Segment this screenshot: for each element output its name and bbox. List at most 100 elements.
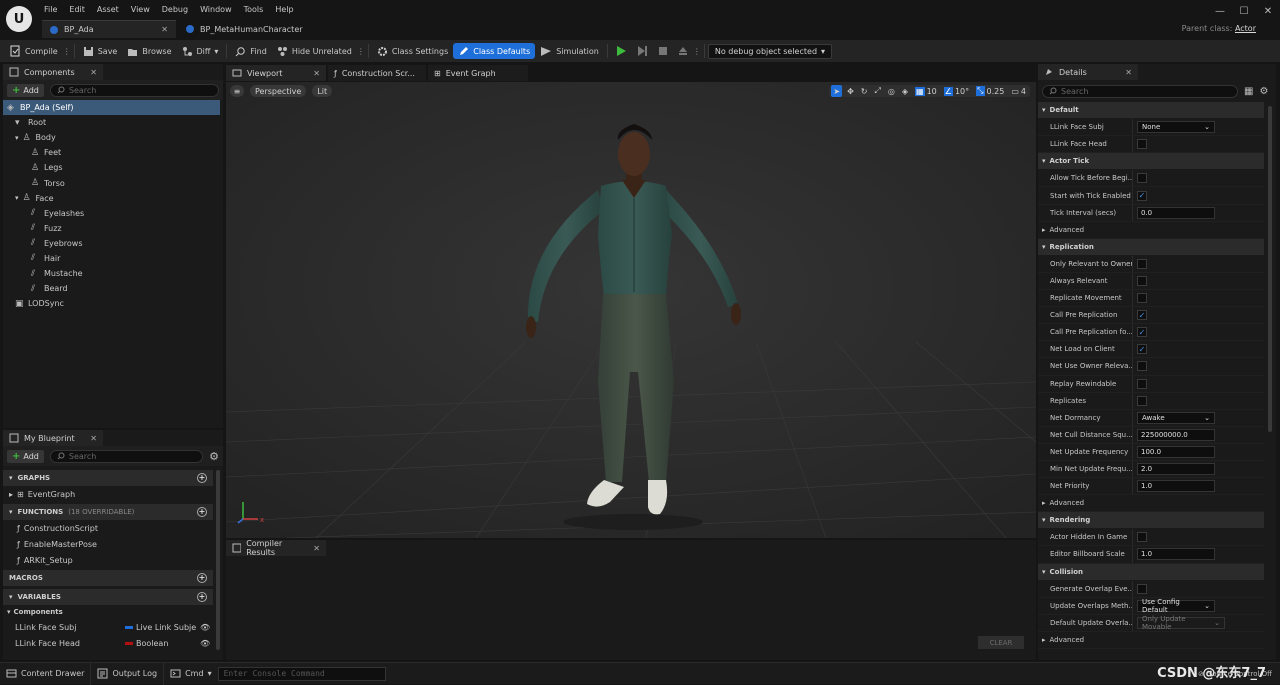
add-function-icon[interactable]: + [197, 507, 207, 517]
viewport[interactable]: x ≡ Perspective Lit ➤ ✥ ↻ ⤢ ◎ ◈ ▦ 10 ∠ 10°… [226, 82, 1036, 538]
macros-section[interactable]: MACROS + [3, 570, 213, 586]
close-icon[interactable]: ✕ [161, 25, 168, 34]
menu-debug[interactable]: Debug [162, 5, 188, 14]
dropdown[interactable]: Use Config Default ⌄ [1137, 598, 1215, 614]
select-mode-icon[interactable]: ➤ [831, 85, 843, 97]
add-component-button[interactable]: + Add [7, 83, 44, 97]
advanced-toggle[interactable]: ▸ Advanced [1038, 632, 1264, 649]
maximize-button[interactable]: ☐ [1232, 6, 1256, 17]
compile-button[interactable]: Compile [4, 43, 63, 59]
scale-snap-button[interactable]: ⤡ 0.25 [974, 85, 1006, 97]
save-button[interactable]: Save [78, 43, 123, 59]
tab-details[interactable]: Details ✕ [1038, 64, 1138, 80]
checkbox[interactable]: ✓ [1137, 310, 1147, 321]
advanced-toggle[interactable]: ▸ Advanced [1038, 222, 1264, 239]
perspective-button[interactable]: Perspective [250, 85, 307, 97]
checkbox[interactable] [1137, 361, 1147, 372]
details-search-input[interactable]: Search [1042, 84, 1238, 98]
checkbox[interactable] [1137, 173, 1147, 184]
add-variable-icon[interactable]: + [197, 592, 207, 602]
tree-item-root[interactable]: ▾ Root [3, 115, 223, 130]
find-button[interactable]: Find [230, 43, 271, 59]
details-category-replication[interactable]: ▾ Replication [1038, 238, 1264, 256]
numeric-input[interactable]: 100.0 [1137, 445, 1215, 458]
surface-snap-icon[interactable]: ◈ [900, 85, 910, 97]
checkbox[interactable]: ✓ [1137, 327, 1147, 338]
eye-icon[interactable]: 👁 [200, 623, 210, 632]
tab-bp-ada[interactable]: BP_Ada ✕ [42, 20, 176, 38]
tree-item-lodsync[interactable]: ▣ LODSync [3, 296, 223, 311]
numeric-input[interactable]: 0.0 [1137, 206, 1215, 219]
checkbox[interactable]: ✓ [1137, 344, 1147, 355]
details-category-collision[interactable]: ▾ Collision [1038, 563, 1264, 581]
components-search-input[interactable]: Search [49, 83, 219, 97]
translate-icon[interactable]: ✥ [845, 85, 856, 97]
tab-viewport[interactable]: Viewport ✕ [226, 65, 326, 81]
tree-item-legs[interactable]: ♙ Legs [3, 160, 223, 175]
tree-item-feet[interactable]: ♙ Feet [3, 145, 223, 160]
list-item[interactable]: ƒ ARKit_Setup [3, 552, 213, 568]
add-member-button[interactable]: + Add [7, 449, 44, 463]
unreal-logo-icon[interactable]: U [6, 6, 32, 32]
menu-view[interactable]: View [131, 5, 150, 14]
close-icon[interactable]: ✕ [313, 544, 320, 553]
chevron-down-icon[interactable]: ▾ [15, 134, 19, 142]
tree-item-beard[interactable]: ⫽ Beard [3, 281, 223, 296]
close-icon[interactable]: ✕ [90, 68, 97, 77]
checkbox[interactable] [1137, 275, 1147, 286]
add-macro-icon[interactable]: + [197, 573, 207, 583]
console-command-input[interactable]: Enter Console Command [217, 666, 386, 681]
tree-item-eyelashes[interactable]: ⫽ Eyelashes [3, 206, 223, 221]
advanced-toggle[interactable]: ▸ Advanced [1038, 495, 1264, 513]
close-icon[interactable]: ✕ [313, 69, 320, 78]
eye-icon[interactable]: 👁 [200, 639, 210, 648]
menu-tools[interactable]: Tools [244, 5, 264, 14]
hamburger-menu-icon[interactable]: ≡ [230, 85, 244, 97]
gear-icon[interactable]: ⚙ [209, 450, 219, 463]
variables-components-group[interactable]: ▾ Components [3, 605, 213, 619]
functions-section[interactable]: ▾ FUNCTIONS (18 OVERRIDABLE) + [3, 504, 213, 520]
close-icon[interactable]: ✕ [1125, 68, 1132, 77]
numeric-input[interactable]: 225000000.0 [1137, 428, 1215, 441]
class-defaults-button[interactable]: Class Defaults [453, 43, 536, 59]
checkbox[interactable] [1137, 532, 1147, 543]
content-drawer-button[interactable]: Content Drawer [0, 662, 92, 685]
close-window-button[interactable]: ✕ [1256, 6, 1280, 17]
list-item[interactable]: ▸ ⊞ EventGraph [3, 486, 213, 502]
more-icon[interactable]: ⋮ [357, 47, 365, 56]
table-view-icon[interactable]: ▦ [1244, 86, 1253, 97]
dropdown[interactable]: Awake ⌄ [1137, 411, 1215, 424]
clear-button[interactable]: CLEAR [978, 636, 1024, 649]
class-settings-button[interactable]: Class Settings [372, 43, 453, 59]
tab-my-blueprint[interactable]: My Blueprint ✕ [3, 430, 103, 446]
hide-unrelated-button[interactable]: Hide Unrelated [272, 43, 357, 59]
menu-file[interactable]: File [44, 5, 57, 14]
tree-item-face[interactable]: ▾ ♙ Face [3, 191, 223, 206]
my-blueprint-search-input[interactable]: Search [49, 449, 204, 463]
stop-button[interactable] [653, 43, 673, 59]
numeric-input[interactable]: 2.0 [1137, 463, 1215, 476]
numeric-input[interactable]: 1.0 [1137, 480, 1215, 493]
menu-help[interactable]: Help [275, 5, 293, 14]
tree-item-torso[interactable]: ♙ Torso [3, 175, 223, 190]
menu-window[interactable]: Window [200, 5, 232, 14]
graphs-section[interactable]: ▾ GRAPHS + [3, 470, 213, 486]
tree-item-mustache[interactable]: ⫽ Mustache [3, 266, 223, 281]
checkbox[interactable] [1137, 378, 1147, 389]
more-icon[interactable]: ⋮ [693, 47, 701, 56]
tree-item-bp-ada-self-[interactable]: ◈ BP_Ada (Self) [3, 100, 220, 116]
debug-object-select[interactable]: No debug object selected ▾ [707, 43, 833, 59]
tree-item-fuzz[interactable]: ⫽ Fuzz [3, 221, 223, 236]
variable-row[interactable]: LLink Face Head Boolean 👁 [3, 635, 213, 651]
details-category-rendering[interactable]: ▾ Rendering [1038, 512, 1264, 530]
tab-event-graph[interactable]: ⊞ Event Graph [428, 65, 528, 81]
checkbox[interactable] [1137, 293, 1147, 304]
variables-section[interactable]: ▾ VARIABLES + [3, 589, 213, 605]
diff-button[interactable]: Diff ▾ [177, 43, 224, 59]
list-item[interactable]: ƒ ConstructionScript [3, 520, 213, 536]
lit-button[interactable]: Lit [312, 85, 333, 97]
details-category-default[interactable]: ▾ Default [1038, 102, 1264, 120]
list-item[interactable]: ƒ EnableMasterPose [3, 536, 213, 552]
output-log-button[interactable]: Output Log [91, 662, 165, 685]
scale-icon[interactable]: ⤢ [872, 85, 882, 97]
